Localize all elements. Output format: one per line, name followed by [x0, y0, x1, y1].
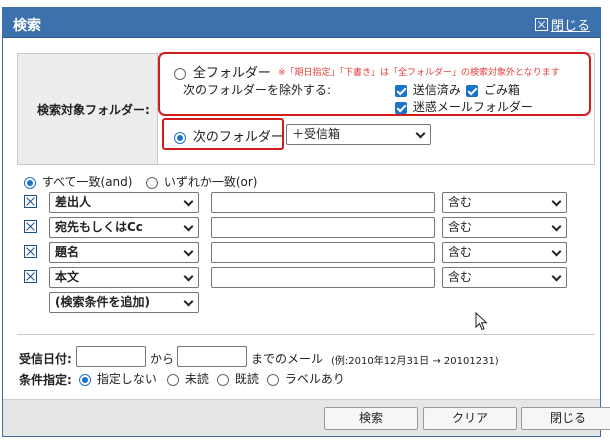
condition-operator-select[interactable]: 含む	[442, 217, 567, 238]
condition-value-input[interactable]	[211, 267, 435, 288]
close-link[interactable]: 閉じる	[534, 15, 590, 34]
condition-operator-value: 含む	[448, 195, 473, 209]
spec-labeled-radio[interactable]	[267, 373, 279, 386]
spec-unread-option[interactable]: 未読	[167, 370, 209, 387]
date-to-text: までのメール	[251, 352, 324, 366]
chevron-down-icon	[183, 196, 194, 207]
remove-condition-icon[interactable]	[24, 270, 37, 283]
condition-value-input[interactable]	[211, 242, 435, 263]
match-all-radio[interactable]	[24, 176, 36, 189]
condition-field-select[interactable]: 宛先もしくはCc	[49, 217, 199, 238]
condition-operator-value: 含む	[448, 245, 473, 259]
condition-value-input[interactable]	[211, 217, 435, 238]
condition-field-value: 題名	[55, 245, 80, 259]
condition-spec-label: 条件指定:	[19, 373, 72, 387]
dialog-title: 検索	[13, 18, 41, 34]
spec-none-label: 指定しない	[96, 372, 157, 386]
date-from-input[interactable]	[76, 346, 146, 367]
chevron-down-icon	[415, 128, 426, 139]
date-label: 受信日付:	[19, 352, 72, 366]
condition-field-value: 本文	[55, 270, 80, 284]
remove-condition-icon[interactable]	[24, 245, 37, 258]
chevron-down-icon	[551, 246, 562, 257]
close-link-label: 閉じる	[550, 19, 590, 34]
spec-read-label: 既読	[234, 372, 259, 386]
date-example: (例:2010年12月31日 → 20101231)	[331, 356, 499, 367]
add-condition-select[interactable]: (検索条件を追加)	[49, 292, 199, 313]
condition-field-select[interactable]: 題名	[49, 242, 199, 263]
mouse-cursor-icon	[475, 312, 488, 331]
search-dialog: 検索 閉じる 検索対象フォルダー: 全フォルダー ※「期日指定」「下書き」は「全…	[2, 7, 610, 437]
close-icon	[534, 18, 548, 31]
spec-none-radio[interactable]	[79, 373, 91, 386]
chevron-down-icon	[183, 246, 194, 257]
condition-operator-select[interactable]: 含む	[442, 242, 567, 263]
spec-labeled-label: ラベルあり	[284, 372, 345, 386]
chevron-down-icon	[183, 271, 194, 282]
spec-unread-radio[interactable]	[167, 373, 179, 386]
spec-unread-label: 未読	[184, 372, 209, 386]
date-from-text: から	[150, 352, 175, 366]
condition-field-value: 宛先もしくはCc	[55, 220, 143, 234]
chevron-down-icon	[183, 296, 194, 307]
dialog-footer: 検索 クリア 閉じる	[3, 399, 610, 436]
search-button[interactable]: 検索	[324, 407, 418, 430]
chevron-down-icon	[551, 271, 562, 282]
section-divider	[17, 334, 595, 335]
remove-condition-icon[interactable]	[24, 220, 37, 233]
chevron-down-icon	[551, 221, 562, 232]
spec-read-radio[interactable]	[217, 373, 229, 386]
condition-operator-value: 含む	[448, 270, 473, 284]
spec-none-option[interactable]: 指定しない	[79, 370, 157, 387]
condition-operator-select[interactable]: 含む	[442, 192, 567, 213]
match-any-radio[interactable]	[146, 176, 158, 189]
chevron-down-icon	[183, 221, 194, 232]
highlight-box-next-folder	[162, 118, 284, 150]
target-label-cell: 検索対象フォルダー:	[18, 54, 158, 164]
condition-operator-select[interactable]: 含む	[442, 267, 567, 288]
condition-value-input[interactable]	[211, 192, 435, 213]
match-all-label: すべて一致(and)	[41, 175, 133, 189]
remove-condition-icon[interactable]	[24, 195, 37, 208]
date-to-input[interactable]	[177, 346, 247, 367]
highlight-box-all-folders	[158, 52, 591, 116]
spec-read-option[interactable]: 既読	[217, 370, 259, 387]
close-button[interactable]: 閉じる	[521, 407, 610, 430]
condition-field-select[interactable]: 本文	[49, 267, 199, 288]
condition-field-select[interactable]: 差出人	[49, 192, 199, 213]
match-all-option[interactable]: すべて一致(and)	[24, 173, 132, 190]
folder-select-value: ＋受信箱	[292, 127, 341, 141]
match-any-label: いずれか一致(or)	[163, 175, 258, 189]
condition-operator-value: 含む	[448, 220, 473, 234]
folder-select[interactable]: ＋受信箱	[286, 124, 431, 145]
clear-button[interactable]: クリア	[423, 407, 517, 430]
add-condition-value: (検索条件を追加)	[55, 295, 150, 309]
dialog-titlebar: 検索 閉じる	[3, 8, 600, 38]
match-any-option[interactable]: いずれか一致(or)	[146, 173, 257, 190]
chevron-down-icon	[551, 196, 562, 207]
target-folder-label: 検索対象フォルダー:	[37, 103, 150, 117]
condition-field-value: 差出人	[55, 195, 92, 209]
spec-labeled-option[interactable]: ラベルあり	[267, 370, 345, 387]
